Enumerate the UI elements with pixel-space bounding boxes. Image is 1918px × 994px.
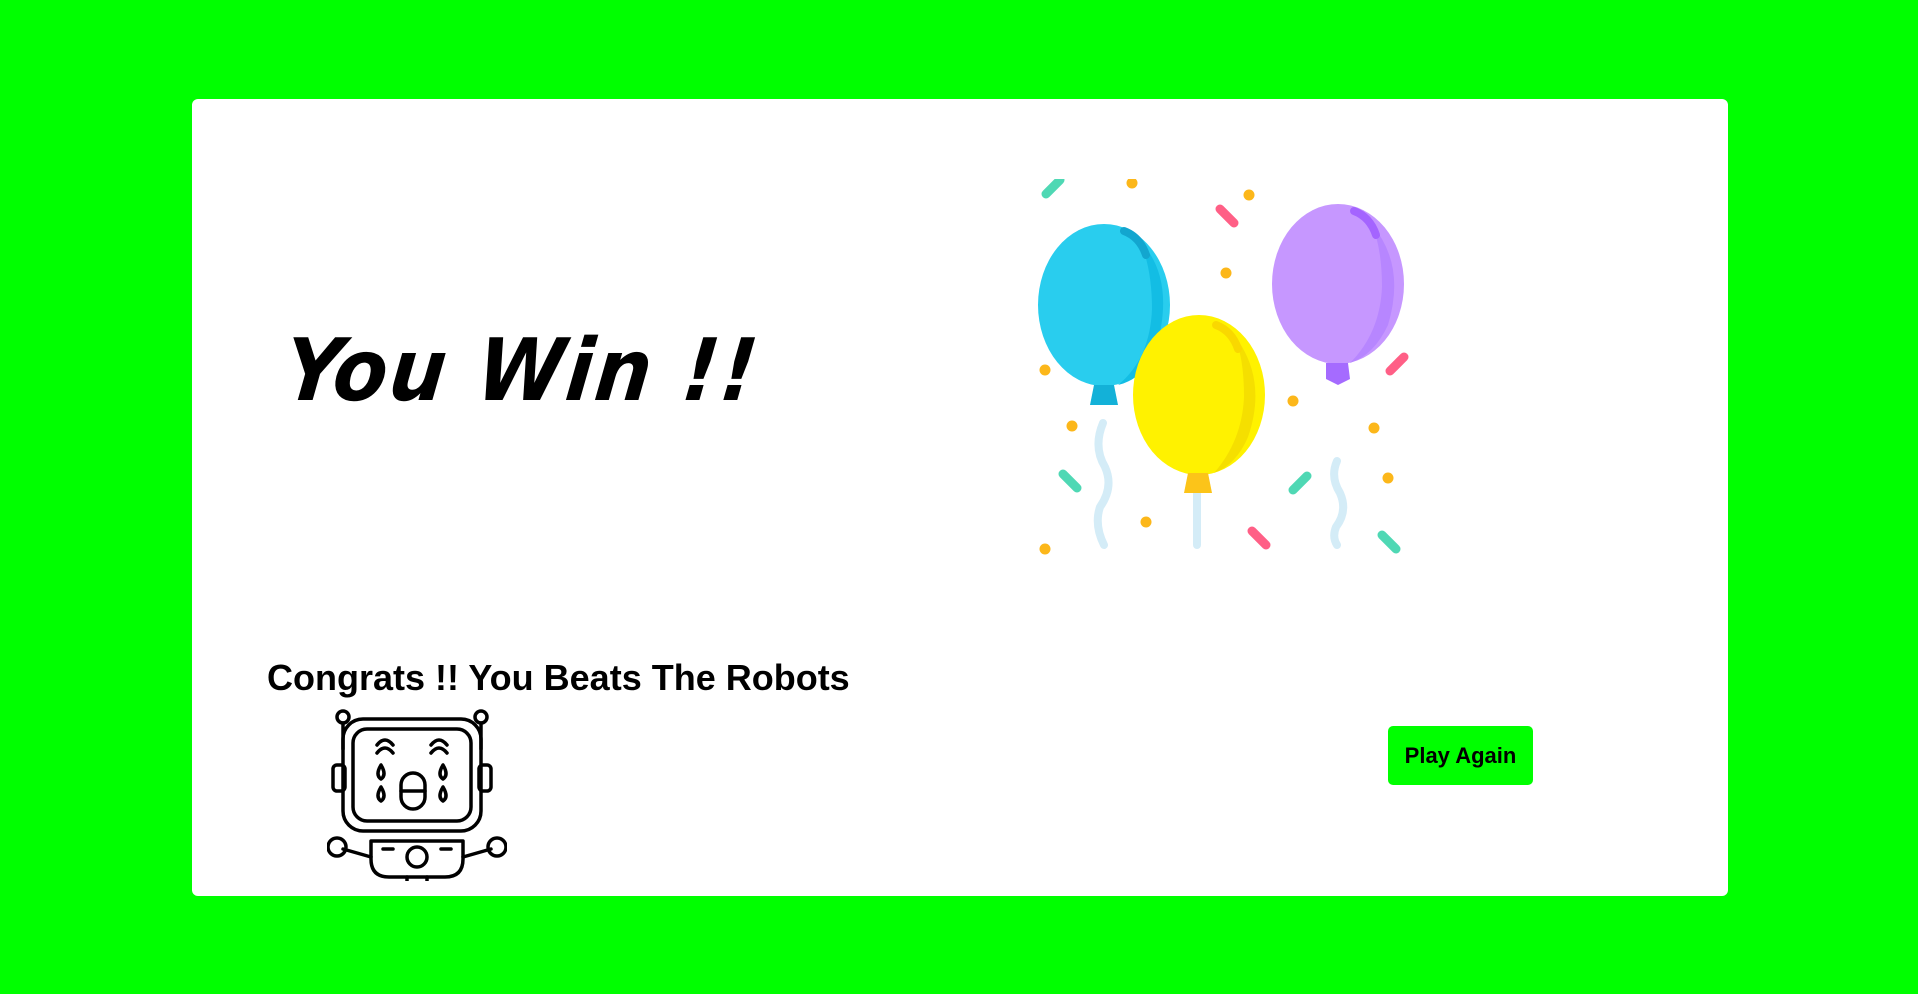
result-card: You Win !! Congrats !! You Beats The Rob…	[192, 99, 1728, 896]
win-headline: You Win !!	[279, 321, 765, 421]
crying-robot-icon	[327, 709, 507, 881]
congrats-message: Congrats !! You Beats The Robots	[267, 657, 850, 698]
play-again-button[interactable]: Play Again	[1388, 726, 1533, 785]
balloons-confetti-icon	[1038, 179, 1409, 555]
